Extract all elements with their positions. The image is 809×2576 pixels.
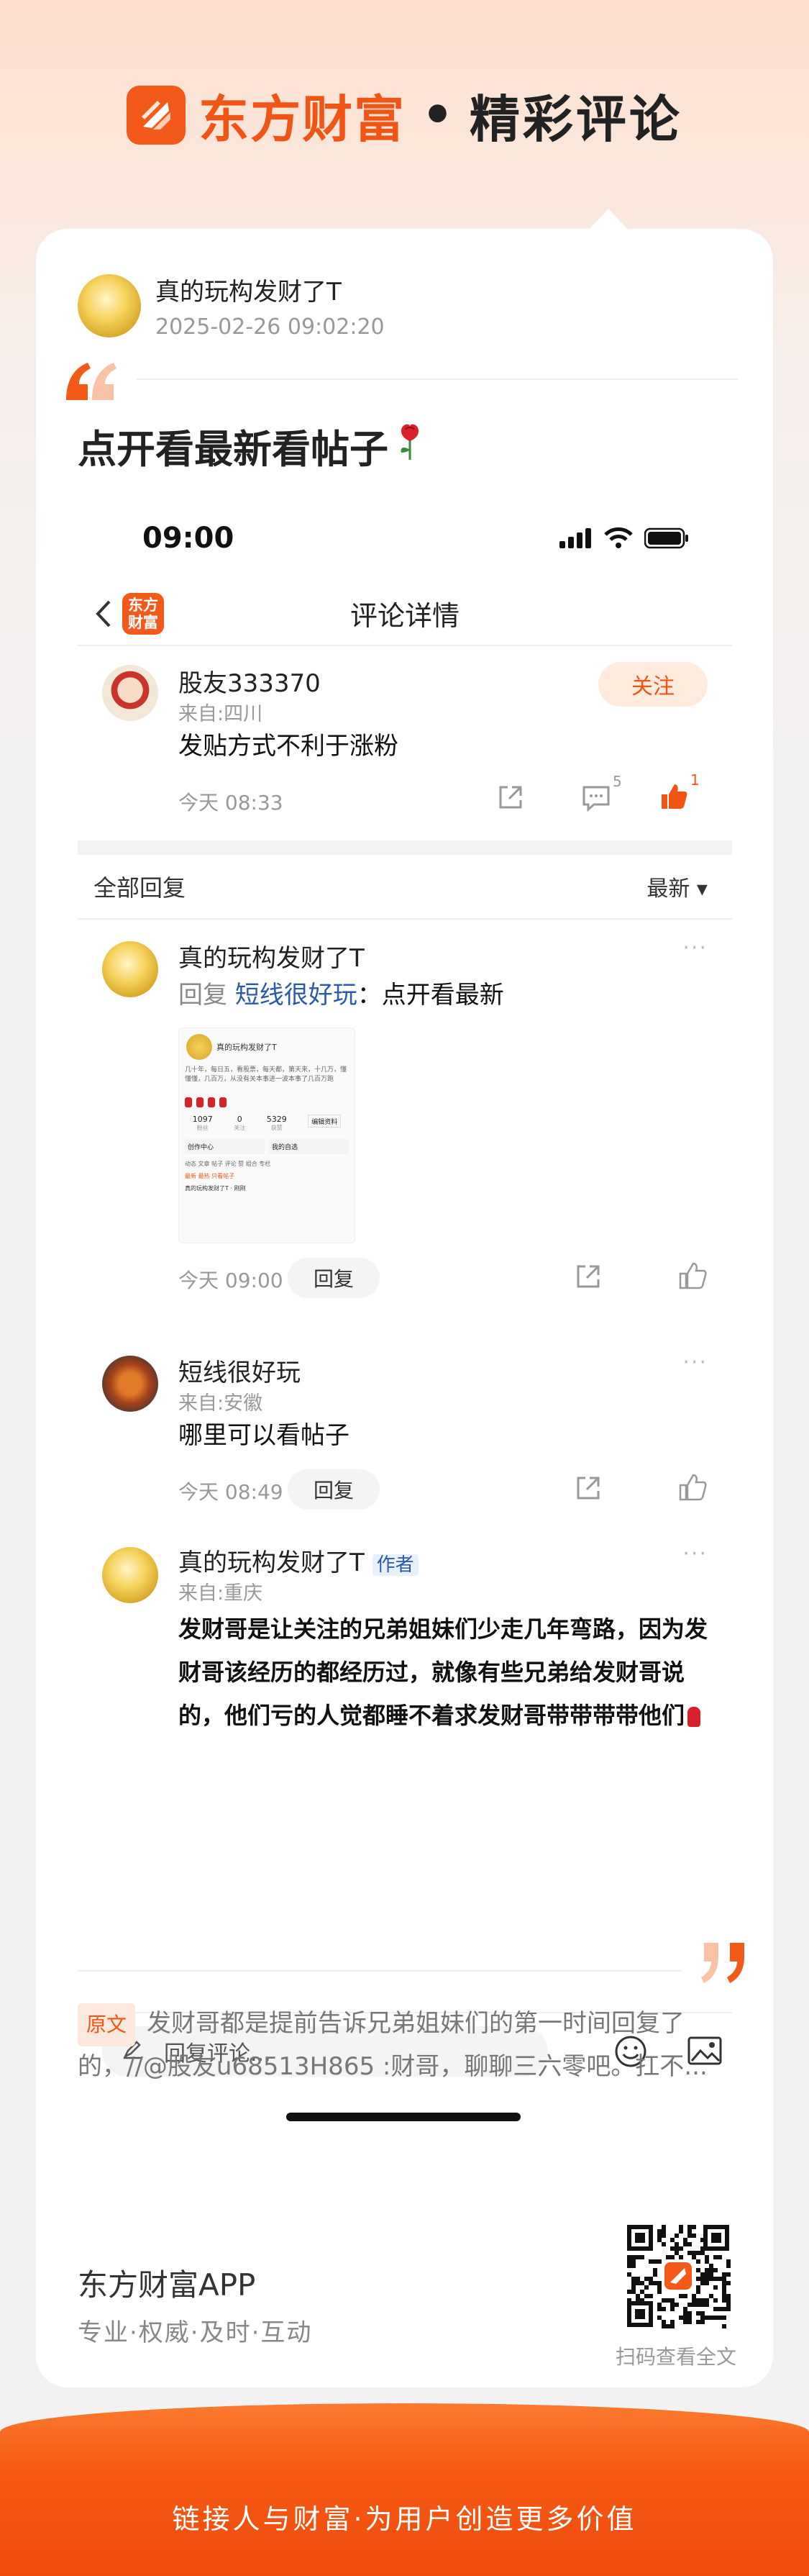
reply-time: 今天 09:00 — [178, 1269, 283, 1292]
brand-logo-icon — [127, 86, 186, 145]
reply-text: 发财哥是让关注的兄弟姐妹们少走几年弯路，因为发财哥该经历的都经历过，就像有些兄弟… — [178, 1615, 708, 1729]
image-attachment[interactable]: 真的玩构发财了T 几十年，每日五，看股票，每天都，第天来，十几万，懂懂懂，几百万… — [178, 1028, 355, 1243]
header: 东方财富 • 精彩评论 — [0, 0, 809, 230]
rose-icon — [396, 421, 424, 471]
card-notch — [588, 209, 629, 230]
share-card: 真的玩构发财了T 2025-02-26 09:02:20 点开看最新看帖子 09… — [36, 229, 773, 2387]
poster-user: 真的玩构发财了T 2025-02-26 09:02:20 — [78, 272, 385, 340]
status-time: 09:00 — [142, 522, 234, 555]
replies-title: 全部回复 — [93, 874, 186, 902]
comment-count: 5 — [613, 773, 622, 790]
reply-location: 来自:安徽 — [178, 1392, 263, 1415]
more-options[interactable]: ··· — [682, 1541, 708, 1566]
follow-button[interactable]: 关注 — [598, 662, 708, 707]
wifi-icon — [604, 527, 633, 548]
like-icon[interactable] — [677, 1472, 708, 1505]
qr-caption: 扫码查看全文 — [616, 2345, 737, 2369]
comment-text: 发贴方式不利于涨粉 — [178, 732, 398, 761]
reply-prefix: 回复 — [178, 981, 235, 1010]
thumb-edit: 编辑资料 — [308, 1115, 342, 1128]
home-indicator — [286, 2113, 521, 2121]
status-bar: 09:00 — [78, 495, 732, 581]
rose-icon — [219, 1097, 227, 1107]
reply-author[interactable]: 真的玩构发财了T 作者 — [178, 1543, 419, 1578]
share-icon[interactable] — [496, 783, 525, 815]
avatar[interactable] — [102, 1547, 158, 1603]
original-post[interactable]: 原文 发财哥都是提前告诉兄弟姐妹们的第一时间回复了的，//@股友u68513H86… — [78, 2003, 739, 2087]
like-count: 1 — [690, 771, 700, 789]
more-options[interactable]: ··· — [682, 935, 708, 961]
reply-body: ：点开看最新 — [357, 981, 504, 1010]
more-options[interactable]: ··· — [682, 1350, 708, 1375]
comment-location: 来自:四川 — [178, 703, 263, 725]
app-slogan: 专业·权威·及时·互动 — [78, 2318, 313, 2347]
avatar — [186, 1034, 212, 1060]
section-title: 精彩评论 — [469, 89, 682, 149]
brand-separator: • — [421, 86, 454, 145]
back-arrow-icon[interactable] — [93, 599, 112, 632]
divider — [78, 1970, 682, 1972]
sort-dropdown[interactable]: 最新 ▾ — [646, 871, 708, 902]
reply-button[interactable]: 回复 — [288, 1469, 380, 1510]
app-logo-icon[interactable]: 东方 财富 — [122, 593, 164, 635]
avatar — [78, 274, 141, 337]
brand-name: 东方财富 — [198, 89, 406, 149]
rose-icon — [185, 1097, 192, 1107]
comment-time: 今天 08:33 — [178, 791, 283, 815]
share-icon[interactable] — [574, 1262, 603, 1294]
reply-item: 真的玩构发财了T ··· 回复 短线很好玩：点开看最新 真的玩构发财了T 几十年… — [78, 920, 732, 1337]
main-comment: 股友333370 来自:四川 关注 发贴方式不利于涨粉 今天 08:33 5 1 — [78, 646, 732, 840]
like-icon[interactable] — [659, 781, 689, 815]
app-screenshot: 09:00 东方 财富 评论详情 股友333370 来自:四川 关注 发贴方式不… — [78, 495, 732, 2121]
like-icon[interactable] — [677, 1261, 708, 1294]
poster-name: 真的玩构发财了T — [155, 278, 342, 307]
reply-text: 回复 短线很好玩：点开看最新 — [178, 976, 504, 1015]
divider — [137, 378, 738, 380]
signal-icon — [559, 528, 591, 548]
replies-header: 全部回复 最新 ▾ — [78, 855, 732, 920]
quote-open-icon — [63, 357, 121, 410]
reply-author[interactable]: 短线很好玩 — [178, 1353, 301, 1388]
reply-time: 今天 08:49 — [178, 1480, 283, 1504]
original-tag: 原文 — [78, 2003, 136, 2046]
reply-text: 哪里可以看帖子 — [178, 1421, 349, 1450]
rose-icon — [196, 1097, 204, 1107]
original-text: 发财哥都是提前告诉兄弟姐妹们的第一时间回复了的，//@股友u68513H865 … — [78, 2009, 708, 2081]
footer-slogan: 链接人与财富·为用户创造更多价值 — [172, 2503, 637, 2535]
comment-author[interactable]: 股友333370 — [178, 663, 321, 699]
battery-icon — [644, 527, 688, 549]
poster-time: 2025-02-26 09:02:20 — [155, 314, 385, 340]
footer-band — [0, 2403, 809, 2576]
nav-title: 评论详情 — [349, 599, 460, 632]
comment-title: 点开看最新看帖子 — [78, 417, 424, 474]
avatar[interactable] — [102, 665, 158, 721]
thumb-stats: 1097 粉丝 0 关注 5329 获赞 编辑资料 — [179, 1110, 355, 1136]
nav-bar: 东方 财富 评论详情 — [78, 581, 732, 646]
section-divider — [78, 840, 732, 855]
comment-title-text: 点开看最新看帖子 — [78, 427, 388, 472]
reply-author[interactable]: 真的玩构发财了T — [178, 938, 365, 974]
qr-code[interactable] — [624, 2222, 732, 2330]
reply-button[interactable]: 回复 — [288, 1258, 380, 1298]
reply-location: 来自:重庆 — [178, 1582, 263, 1605]
reply-item: 短线很好玩 来自:安徽 ··· 哪里可以看帖子 今天 08:49 回复 — [78, 1337, 732, 1531]
comment-icon[interactable] — [581, 784, 611, 815]
avatar[interactable] — [102, 941, 158, 997]
reply-to-link[interactable]: 短线很好玩 — [235, 981, 357, 1010]
avatar[interactable] — [102, 1356, 158, 1412]
reply-item: 真的玩构发财了T 作者 来自:重庆 ··· 发财哥是让关注的兄弟姐妹们少走几年弯… — [78, 1531, 732, 1747]
quote-close-icon — [701, 1940, 751, 1987]
thumb-name: 真的玩构发财了T — [216, 1043, 277, 1052]
rose-icon — [208, 1097, 215, 1107]
rose-icon — [687, 1707, 701, 1727]
author-tag: 作者 — [372, 1554, 419, 1576]
app-name: 东方财富APP — [78, 2267, 256, 2303]
share-icon[interactable] — [574, 1474, 603, 1505]
thumb-bio: 几十年，每日五，看股票，每天都，第天来，十几万，懂懂懂，几百万，从没有关本事进一… — [185, 1066, 347, 1083]
